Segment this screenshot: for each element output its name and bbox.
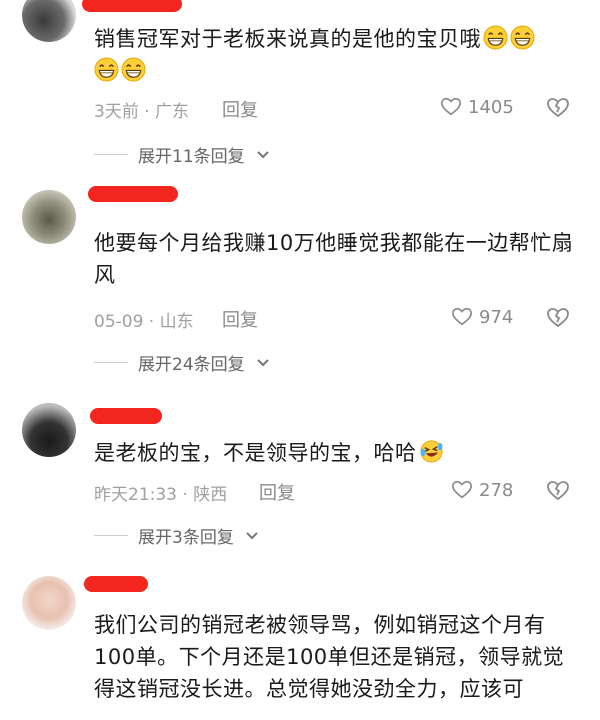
heart-outline-icon [451, 479, 473, 501]
heart-outline-icon [440, 96, 462, 118]
grin-emoji-icon [510, 25, 535, 50]
expand-replies[interactable]: 展开3条回复 [94, 523, 260, 548]
avatar[interactable] [22, 190, 76, 244]
chevron-down-icon [255, 355, 271, 371]
comment-meta: 昨天21:33 · 陕西 [94, 485, 228, 505]
like-button[interactable]: 278 [451, 479, 513, 501]
avatar[interactable] [22, 403, 76, 457]
comment-text: 他要每个月给我赚10万他睡觉我都能在一边帮忙扇风 [94, 231, 574, 287]
grin-emoji-icon [483, 25, 508, 50]
reply-button[interactable]: 回复 [222, 306, 258, 332]
redacted-username [88, 186, 178, 202]
heart-outline-icon [451, 306, 473, 328]
expand-replies[interactable]: 展开11条回复 [94, 142, 271, 167]
expand-replies[interactable]: 展开24条回复 [94, 350, 271, 375]
redacted-username [82, 0, 182, 12]
reply-button[interactable]: 回复 [222, 96, 258, 122]
comment-meta: 3天前 · 广东 [94, 102, 190, 122]
expand-replies-label: 展开24条回复 [138, 355, 245, 375]
broken-heart-icon[interactable] [546, 306, 570, 330]
laugh-tears-emoji-icon [419, 439, 444, 464]
expand-replies-label: 展开3条回复 [138, 528, 234, 548]
broken-heart-icon[interactable] [546, 96, 570, 120]
redacted-username [90, 408, 162, 424]
like-button[interactable]: 974 [451, 306, 513, 328]
comment-meta: 05-09 · 山东 [94, 312, 194, 332]
comment-text-content: 是老板的宝，不是领导的宝，哈哈 [94, 441, 417, 465]
divider [94, 154, 128, 155]
reply-button[interactable]: 回复 [259, 479, 295, 505]
comment-text: 是老板的宝，不是领导的宝，哈哈 [94, 437, 578, 469]
redacted-username [84, 576, 148, 592]
comment-text: 我们公司的销冠老被领导骂，例如销冠这个月有100单。下个月还是100单但还是销冠… [94, 613, 565, 701]
grin-emoji-icon [121, 57, 146, 82]
expand-replies-label: 展开11条回复 [138, 147, 245, 167]
like-count: 278 [479, 479, 514, 501]
avatar[interactable] [22, 576, 76, 630]
like-button[interactable]: 1405 [440, 96, 514, 118]
divider [94, 535, 128, 536]
like-count: 974 [479, 306, 514, 328]
like-count: 1405 [468, 96, 514, 118]
comment-text-content: 销售冠军对于老板来说真的是他的宝贝哦 [94, 27, 481, 51]
grin-emoji-icon [94, 57, 119, 82]
chevron-down-icon [244, 528, 260, 544]
avatar[interactable] [22, 0, 76, 42]
comment-text: 销售冠军对于老板来说真的是他的宝贝哦 [94, 23, 578, 87]
divider [94, 362, 128, 363]
broken-heart-icon[interactable] [546, 479, 570, 503]
chevron-down-icon [255, 147, 271, 163]
